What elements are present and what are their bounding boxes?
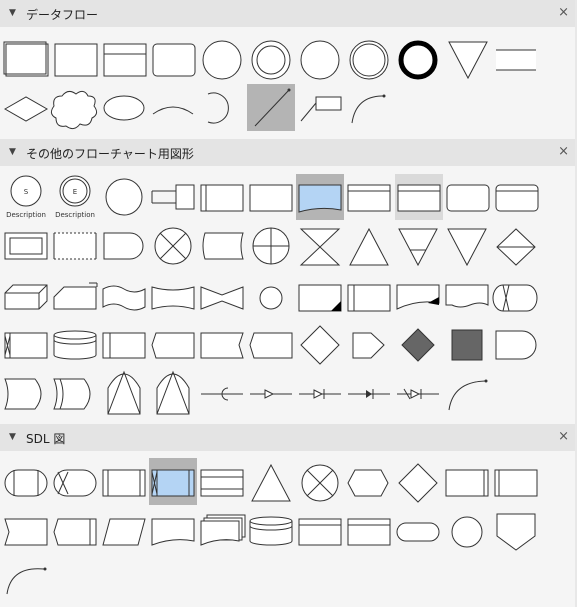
shape-sdl-rounded-cross[interactable] [53, 469, 97, 497]
shape-extract-triangle[interactable] [447, 228, 487, 267]
shape-3d-box[interactable] [4, 284, 48, 310]
shape-sdl-header-rect-2[interactable] [347, 518, 391, 546]
shape-sdl-hexagon[interactable] [347, 469, 389, 497]
shape-sdl-triangle[interactable] [251, 463, 291, 502]
shape-database-cylinder[interactable] [53, 330, 97, 360]
shape-delay-2[interactable] [495, 330, 537, 360]
shape-sdl-x-circle[interactable] [301, 464, 339, 502]
shape-process-rectangle[interactable] [54, 43, 98, 77]
shape-double-circle[interactable] [251, 40, 291, 80]
shape-pentagon-arrow[interactable] [352, 332, 385, 359]
shape-curved-connector[interactable] [351, 94, 386, 124]
shape-stored-data[interactable] [202, 232, 244, 260]
shape-bar-arrow-line[interactable] [299, 389, 341, 399]
shape-rounded-rect-2[interactable] [446, 184, 490, 212]
shape-wave-rect[interactable] [445, 284, 489, 308]
shape-double-circle-connector[interactable] [259, 286, 283, 310]
shape-dashed-rect[interactable] [53, 232, 97, 260]
shape-sdl-doc[interactable] [151, 518, 195, 546]
shape-sdl-circle[interactable] [451, 516, 483, 548]
shape-double-shield[interactable] [53, 378, 91, 410]
shape-wavy-document[interactable] [396, 284, 440, 310]
shape-label-e: E [73, 188, 77, 196]
shape-predefined-2[interactable] [102, 332, 146, 359]
shape-open-circle-arc[interactable] [207, 92, 229, 124]
shape-annotation-callout[interactable] [300, 96, 342, 122]
shape-sdl-input-rect[interactable] [445, 469, 489, 497]
shape-sdl-pentagon-down[interactable] [496, 513, 536, 551]
shape-sdl-multi-doc[interactable] [200, 514, 246, 546]
shape-sdl-parallelogram[interactable] [102, 518, 146, 546]
shape-sdl-header-rect[interactable] [298, 518, 342, 546]
shape-arrow-line[interactable] [250, 389, 292, 399]
shape-sdl-output-rect[interactable] [494, 469, 538, 497]
shape-or-junction[interactable] [252, 227, 290, 265]
shape-filled-square[interactable] [451, 329, 483, 361]
shape-arch-triangle-curve[interactable] [156, 370, 190, 415]
shape-sdl-diamond[interactable] [398, 463, 438, 503]
shape-tape[interactable] [102, 285, 146, 311]
shape-sort-diamond[interactable] [496, 228, 536, 266]
shape-summing-junction[interactable] [154, 227, 192, 265]
shape-manual-input-card[interactable] [53, 282, 98, 310]
shape-shield[interactable] [4, 378, 42, 410]
shape-bracket-rect[interactable] [151, 184, 195, 210]
shape-collate[interactable] [299, 228, 341, 266]
shape-start-s[interactable]: S Description [6, 175, 46, 219]
shape-cut-rect[interactable] [151, 332, 195, 359]
shape-rounded-header[interactable] [495, 184, 539, 212]
shape-diamond[interactable] [3, 96, 49, 122]
shape-document-corner[interactable] [298, 284, 342, 312]
shape-direct-storage[interactable] [492, 284, 538, 312]
shape-bow-tie[interactable] [200, 286, 244, 310]
shape-sdl-lines-rect[interactable] [200, 469, 244, 497]
shape-framed-rect[interactable] [4, 232, 48, 260]
shape-label-description: Description [55, 211, 95, 219]
shape-ellipse[interactable] [103, 95, 145, 121]
shape-process-2[interactable] [249, 184, 293, 212]
shape-sdl-curved-connector[interactable] [6, 567, 47, 595]
shape-header-rect-2[interactable] [397, 184, 441, 212]
shape-arch-triangle[interactable] [107, 370, 141, 415]
shape-delay[interactable] [103, 232, 144, 260]
shape-sdl-rounded-bars[interactable] [4, 469, 48, 497]
shape-sdl-flag-left[interactable] [53, 518, 97, 546]
shape-predefined-process[interactable] [200, 184, 244, 212]
shape-circle-2[interactable] [300, 40, 340, 80]
shape-sdl-flag-right[interactable] [4, 518, 48, 546]
shape-sdl-selected[interactable] [151, 469, 195, 497]
shape-data-store[interactable] [103, 43, 147, 77]
shape-cross-rect[interactable] [4, 332, 48, 359]
shape-flag-rect[interactable] [200, 332, 244, 359]
shape-double-circle-thin[interactable] [349, 40, 389, 80]
shape-cloud[interactable] [50, 90, 98, 130]
shape-multi-document[interactable] [3, 41, 49, 77]
shape-merge-triangle[interactable] [398, 228, 438, 267]
shape-half-circle-line[interactable] [201, 387, 243, 401]
shape-diode-line[interactable] [348, 389, 390, 399]
shape-sdl-bars-rect[interactable] [102, 469, 146, 497]
shape-card-corner[interactable] [347, 284, 391, 312]
shape-circle[interactable] [202, 40, 242, 80]
shape-rounded-rectangle[interactable] [152, 43, 196, 77]
shape-double-arrow-line[interactable] [397, 388, 439, 400]
shape-triangle[interactable] [349, 227, 389, 266]
shape-connector-circle[interactable] [105, 178, 143, 216]
shape-bow-rect[interactable] [151, 286, 195, 310]
shape-header-rect[interactable] [347, 184, 391, 212]
shape-label-description: Description [6, 211, 46, 219]
shape-bold-circle[interactable] [398, 40, 438, 80]
shape-sdl-cylinder[interactable] [249, 516, 293, 546]
shape-curved-connector-2[interactable] [448, 379, 488, 411]
shape-left-notch[interactable] [249, 332, 293, 359]
shape-label-s: S [24, 188, 29, 196]
shape-end-e[interactable]: E Description [55, 175, 95, 219]
shape-diamond-2[interactable] [300, 325, 340, 365]
shape-filled-diamond[interactable] [401, 328, 435, 362]
shape-sdl-stadium[interactable] [396, 522, 440, 542]
shape-document-selected[interactable] [298, 184, 342, 213]
shape-inverted-triangle[interactable] [448, 41, 488, 80]
shape-store-lines[interactable] [496, 49, 536, 71]
shape-arc-line[interactable] [152, 106, 194, 115]
